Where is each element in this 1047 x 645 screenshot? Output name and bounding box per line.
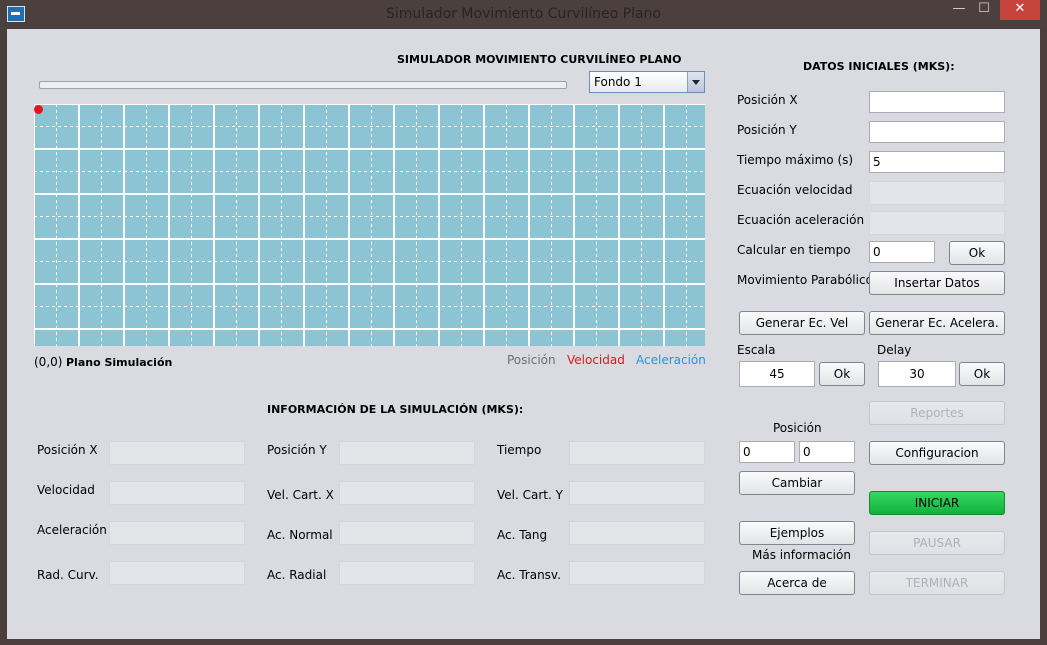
info-pos-y-label: Posición Y — [267, 443, 327, 457]
info-vel-x-field — [339, 481, 475, 505]
info-ac-tang-label: Ac. Tang — [497, 528, 548, 542]
ec-acc-label: Ecuación aceleración — [737, 213, 865, 227]
pos-x-label: Posición X — [737, 93, 798, 107]
position-label: Posición — [773, 421, 822, 435]
change-button[interactable]: Cambiar — [739, 471, 855, 495]
close-button[interactable]: ✕ — [1000, 0, 1040, 20]
info-rad-curv-field — [109, 561, 245, 585]
info-pos-x-field — [109, 441, 245, 465]
info-velocity-field — [109, 481, 245, 505]
info-time-field — [569, 441, 705, 465]
more-info-label: Más información — [752, 548, 851, 562]
info-acceleration-field — [109, 521, 245, 545]
info-heading: INFORMACIÓN DE LA SIMULACIÓN (MKS): — [267, 403, 524, 416]
maximize-button[interactable]: ☐ — [972, 0, 996, 20]
start-button[interactable]: INICIAR — [869, 491, 1005, 515]
simulation-plane[interactable] — [34, 104, 705, 346]
chevron-down-icon[interactable] — [687, 72, 704, 92]
info-ac-tang-field — [569, 521, 705, 545]
info-acceleration-label: Aceleración — [37, 523, 107, 537]
pos-y-input[interactable] — [869, 121, 1005, 143]
info-vel-y-field — [569, 481, 705, 505]
combo-value: Fondo 1 — [594, 75, 642, 89]
info-ac-normal-field — [339, 521, 475, 545]
position-y-input[interactable]: 0 — [799, 441, 855, 463]
ec-vel-field — [869, 181, 1005, 205]
tmax-label: Tiempo máximo (s) — [737, 153, 854, 167]
calc-time-input[interactable]: 0 — [869, 241, 935, 263]
simulator-heading: SIMULADOR MOVIMIENTO CURVILÍNEO PLANO — [397, 53, 682, 66]
window-title: Simulador Movimiento Curvilíneo Plano — [386, 6, 661, 22]
minimize-button[interactable]: — — [947, 0, 971, 20]
info-rad-curv-label: Rad. Curv. — [37, 568, 99, 582]
calc-ok-button[interactable]: Ok — [949, 241, 1005, 265]
examples-button[interactable]: Ejemplos — [739, 521, 855, 545]
position-x-input[interactable]: 0 — [739, 441, 795, 463]
delay-label: Delay — [877, 343, 912, 357]
configuration-button[interactable]: Configuracion — [869, 441, 1005, 465]
ec-acc-field — [869, 211, 1005, 235]
info-pos-x-label: Posición X — [37, 443, 98, 457]
generate-vel-button[interactable]: Generar Ec. Vel — [739, 311, 865, 335]
info-ac-transv-label: Ac. Transv. — [497, 568, 561, 582]
info-time-label: Tiempo — [497, 443, 542, 457]
insert-data-button[interactable]: Insertar Datos — [869, 271, 1005, 295]
info-ac-transv-field — [569, 561, 705, 585]
calc-time-label: Calcular en tiempo — [737, 243, 851, 257]
parabolic-label: Movimiento Parabólico — [737, 273, 873, 287]
title-bar: Simulador Movimiento Curvilíneo Plano — … — [0, 0, 1047, 28]
scale-input[interactable]: 45 — [739, 361, 815, 387]
legend-acceleration: Aceleración — [636, 353, 706, 367]
info-velocity-label: Velocidad — [37, 483, 95, 497]
progress-bar — [39, 81, 567, 89]
legend-position: Posición — [507, 353, 556, 367]
pos-x-input[interactable] — [869, 91, 1005, 113]
initial-data-heading: DATOS INICIALES (MKS): — [803, 60, 955, 73]
info-ac-radial-label: Ac. Radial — [267, 568, 327, 582]
tmax-input[interactable]: 5 — [869, 151, 1005, 173]
terminate-button[interactable]: TERMINAR — [869, 571, 1005, 595]
position-marker — [34, 105, 43, 114]
legend-velocity: Velocidad — [567, 353, 625, 367]
delay-input[interactable]: 30 — [878, 361, 956, 387]
info-pos-y-field — [339, 441, 475, 465]
origin-label: (0,0) — [34, 355, 63, 369]
info-ac-radial-field — [339, 561, 475, 585]
delay-ok-button[interactable]: Ok — [959, 362, 1005, 386]
main-panel: SIMULADOR MOVIMIENTO CURVILÍNEO PLANO Fo… — [7, 29, 1040, 639]
info-vel-y-label: Vel. Cart. Y — [497, 488, 563, 502]
scale-ok-button[interactable]: Ok — [819, 362, 865, 386]
info-vel-x-label: Vel. Cart. X — [267, 488, 334, 502]
generate-acc-button[interactable]: Generar Ec. Acelera. — [869, 311, 1005, 335]
about-button[interactable]: Acerca de — [739, 571, 855, 595]
plane-label: Plano Simulación — [66, 356, 173, 369]
ec-vel-label: Ecuación velocidad — [737, 183, 853, 197]
pause-button[interactable]: PAUSAR — [869, 531, 1005, 555]
info-ac-normal-label: Ac. Normal — [267, 528, 333, 542]
reports-button[interactable]: Reportes — [869, 401, 1005, 425]
pos-y-label: Posición Y — [737, 123, 797, 137]
background-combo[interactable]: Fondo 1 — [589, 71, 705, 93]
scale-label: Escala — [737, 343, 776, 357]
simulation-grid — [34, 104, 705, 346]
